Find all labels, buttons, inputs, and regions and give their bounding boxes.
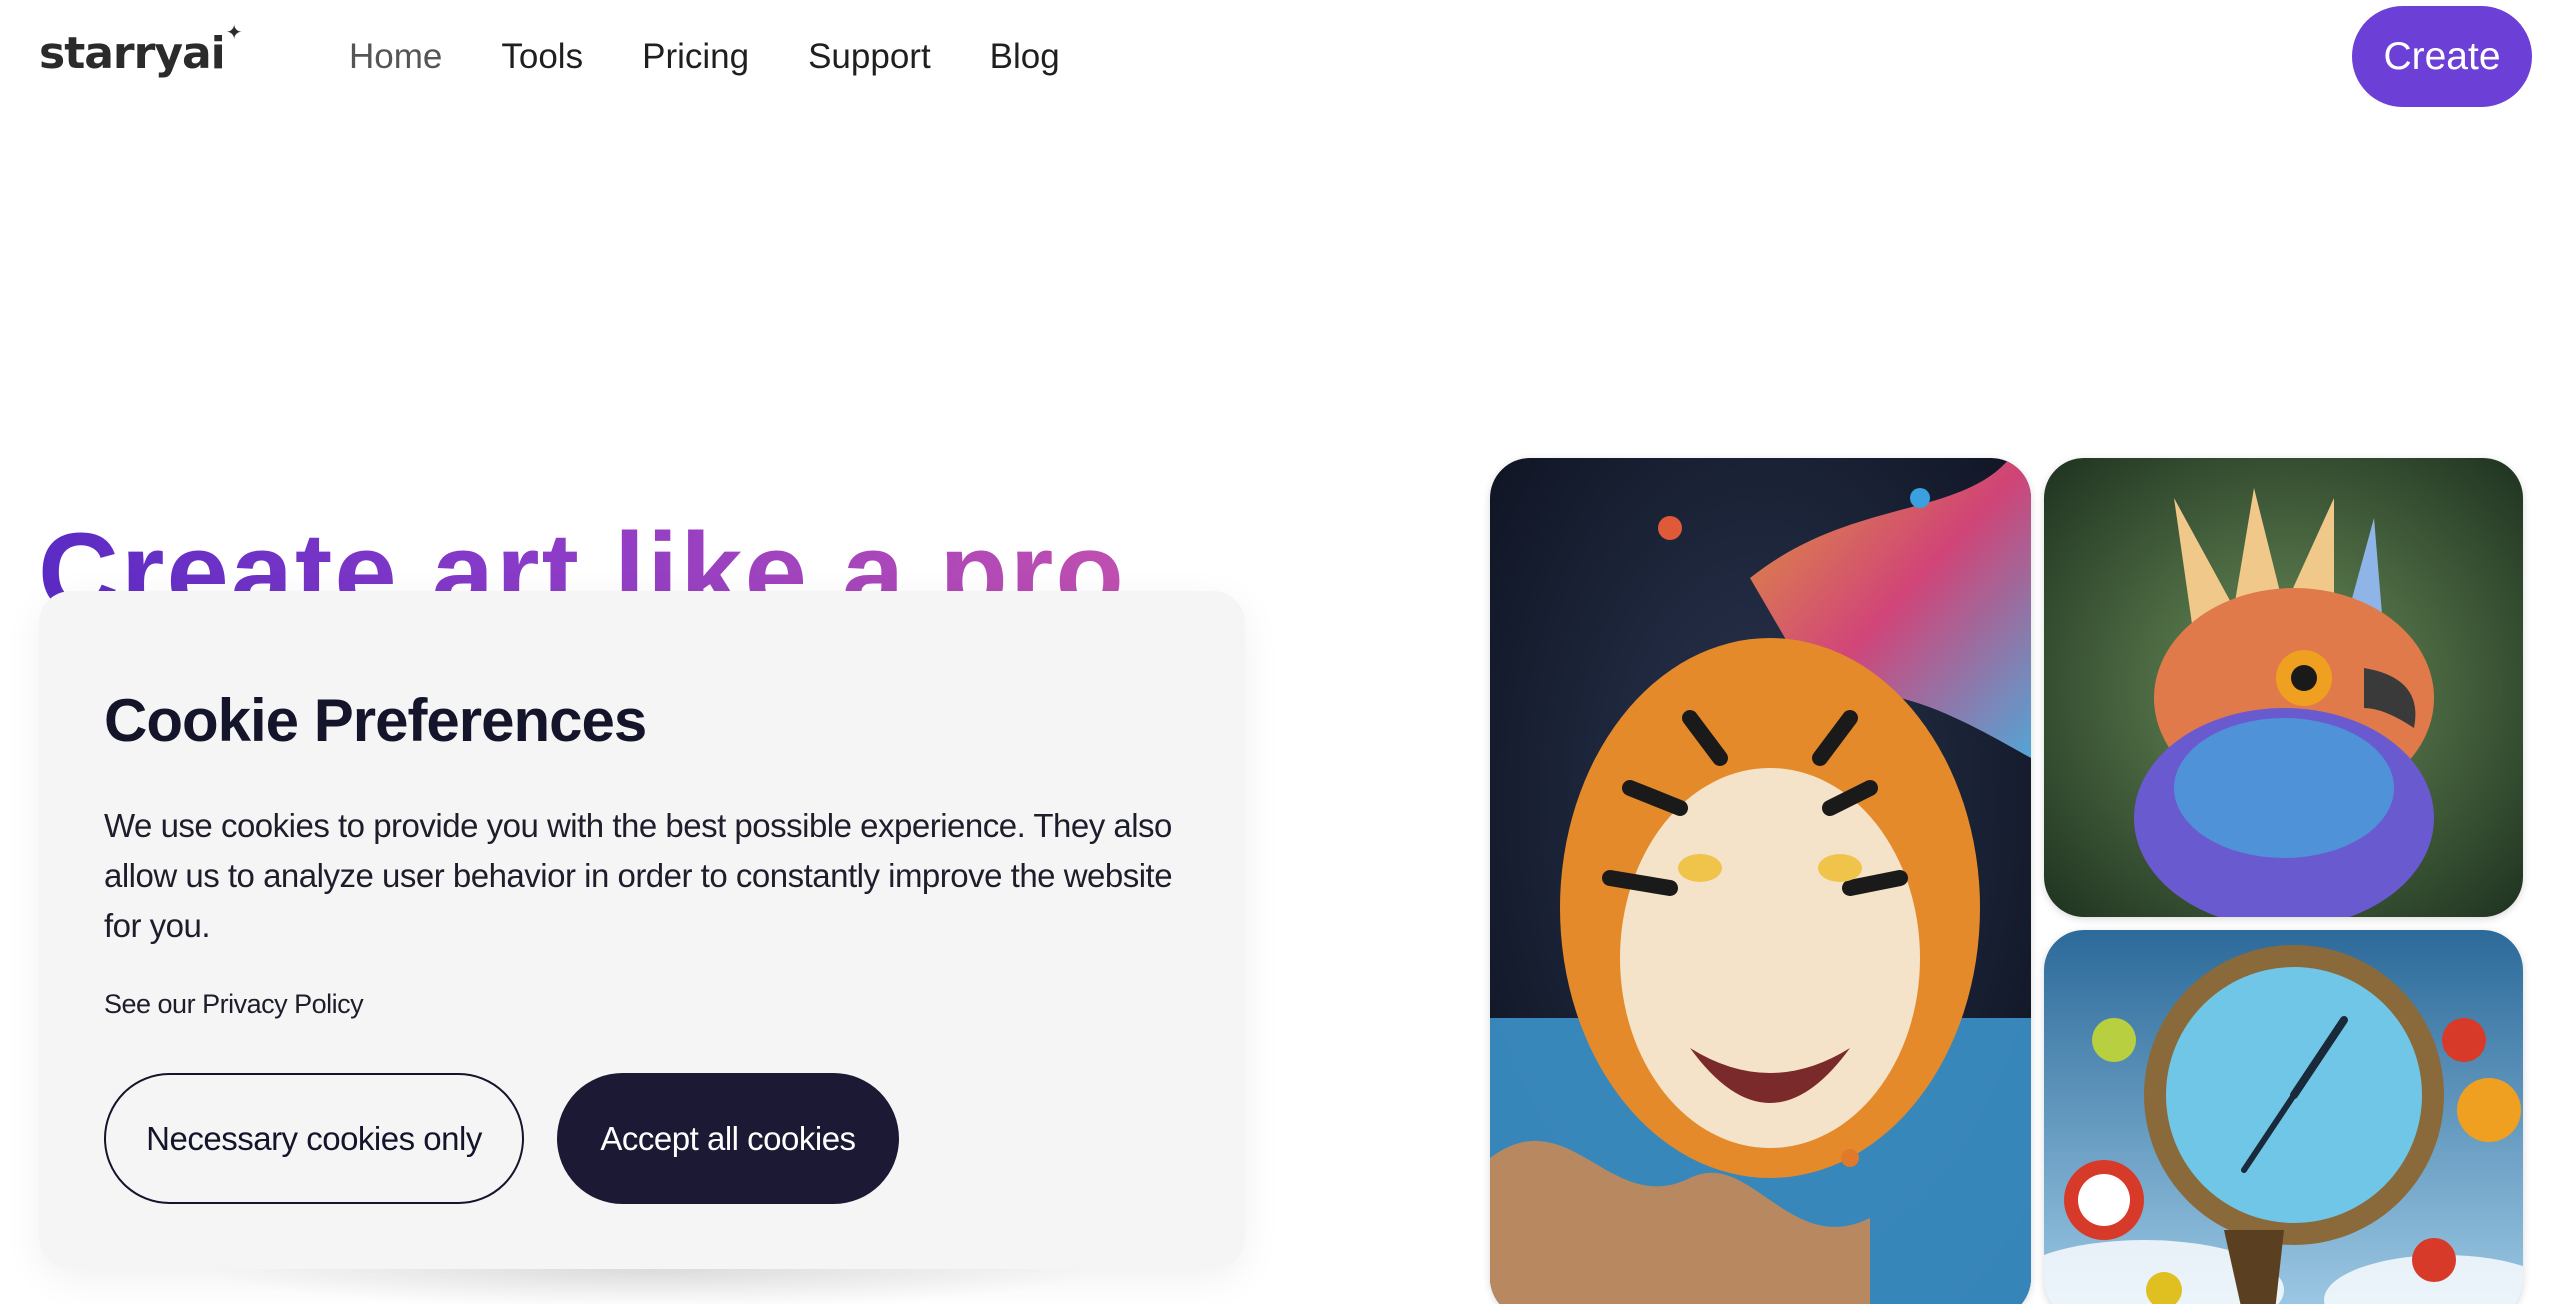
nav-home[interactable]: Home: [349, 33, 442, 81]
bird-artwork-image: [2044, 458, 2523, 917]
logo-text: starryai: [39, 28, 226, 79]
main-nav: Home Tools Pricing Support Blog: [349, 33, 1119, 81]
nav-pricing[interactable]: Pricing: [642, 33, 749, 81]
tiger-artwork-image: [1490, 458, 2031, 1304]
accept-all-cookies-button[interactable]: Accept all cookies: [557, 1073, 899, 1204]
site-header: starryai ✦ Home Tools Pricing Support Bl…: [0, 0, 2560, 115]
cookie-dialog-body: We use cookies to provide you with the b…: [104, 807, 1173, 944]
cookie-preferences-dialog: Cookie Preferences We use cookies to pro…: [39, 591, 1245, 1269]
logo[interactable]: starryai ✦: [39, 20, 243, 79]
page: starryai ✦ Home Tools Pricing Support Bl…: [0, 0, 2560, 1304]
clock-artwork-image: [2044, 930, 2523, 1304]
privacy-policy-line: See our Privacy Policy: [104, 989, 364, 1020]
privacy-policy-link[interactable]: Privacy Policy: [202, 989, 364, 1019]
sparkle-icon: ✦: [225, 20, 243, 44]
cookie-dialog-title: Cookie Preferences: [104, 687, 647, 754]
create-button[interactable]: Create: [2352, 6, 2532, 107]
nav-blog[interactable]: Blog: [990, 33, 1060, 81]
nav-support[interactable]: Support: [808, 33, 931, 81]
privacy-policy-prefix: See our: [104, 989, 203, 1019]
necessary-cookies-button[interactable]: Necessary cookies only: [104, 1073, 524, 1204]
nav-tools[interactable]: Tools: [501, 33, 583, 81]
